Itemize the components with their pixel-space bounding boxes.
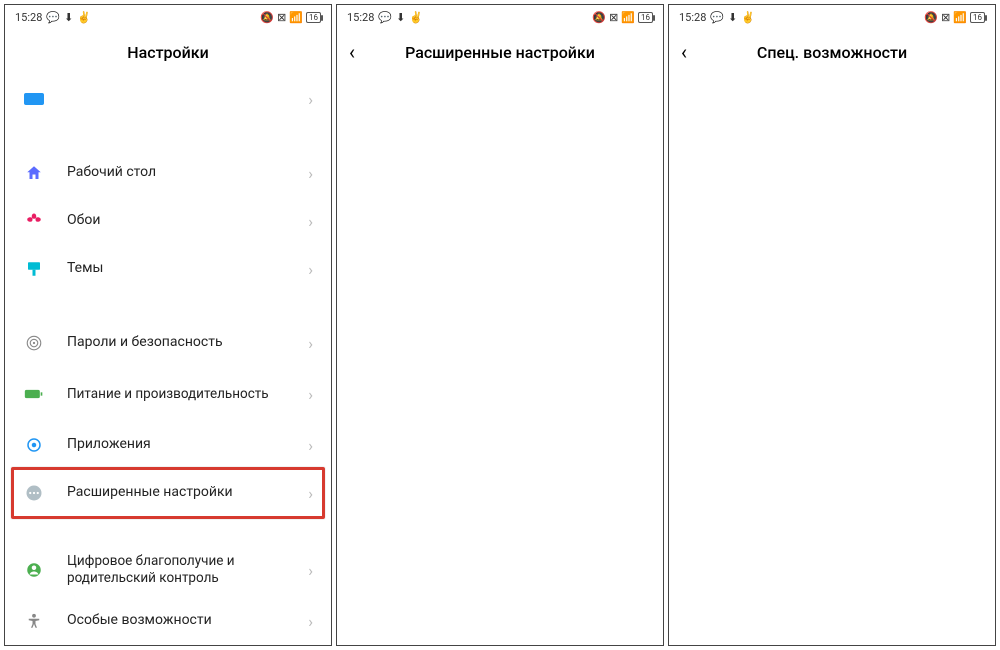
row-notify-truncated[interactable]: › bbox=[5, 75, 331, 123]
advanced-list[interactable] bbox=[337, 75, 663, 645]
phone-settings: 15:28💬⬇✌ 🔕⊠📶16 Настройки ›Рабочий стол›О… bbox=[4, 4, 332, 646]
battery-icon: 16 bbox=[306, 12, 321, 23]
chat-icon: 💬 bbox=[46, 11, 60, 24]
phone-accessibility: 15:28 💬 ⬇ ✌ 🔕⊠📶16 ‹ Спец. возможности bbox=[668, 4, 996, 646]
row-wellbeing[interactable]: Цифровое благополучие и родительский кон… bbox=[5, 543, 331, 597]
gear-icon bbox=[23, 434, 45, 456]
wifi-icon: 📶 bbox=[953, 11, 967, 24]
chevron-right-icon: › bbox=[308, 484, 313, 503]
page-title: Спец. возможности bbox=[757, 43, 907, 62]
back-button[interactable]: ‹ bbox=[681, 40, 687, 64]
hand-icon: ✌ bbox=[77, 11, 91, 24]
status-time: 15:28 bbox=[679, 11, 706, 24]
row-security[interactable]: Пароли и безопасность› bbox=[5, 319, 331, 367]
chat-icon: 💬 bbox=[710, 11, 724, 24]
row-special[interactable]: Особые возможности› bbox=[5, 597, 331, 645]
status-bar: 15:28 💬 ⬇ ✌ 🔕⊠📶16 bbox=[669, 5, 995, 29]
row-label: Особые возможности bbox=[67, 612, 308, 630]
battery-icon: 16 bbox=[638, 12, 653, 23]
close-box-icon: ⊠ bbox=[277, 11, 286, 24]
row-advanced[interactable]: Расширенные настройки› bbox=[5, 469, 331, 517]
row-label: Обои bbox=[67, 212, 308, 230]
header: Настройки bbox=[5, 29, 331, 75]
row-wallpaper[interactable]: Обои› bbox=[5, 197, 331, 245]
dots-icon bbox=[23, 482, 45, 504]
row-apps[interactable]: Приложения› bbox=[5, 421, 331, 469]
status-time: 15:28 bbox=[347, 11, 374, 24]
battery-icon: 16 bbox=[970, 12, 985, 23]
chevron-right-icon: › bbox=[308, 212, 313, 231]
wifi-icon: 📶 bbox=[621, 11, 635, 24]
close-box-icon: ⊠ bbox=[609, 11, 618, 24]
header: ‹ Спец. возможности bbox=[669, 29, 995, 75]
phone-advanced: 15:28 💬 ⬇ ✌ 🔕⊠📶16 ‹ Расширенные настройки bbox=[336, 4, 664, 646]
download-icon: ⬇ bbox=[728, 11, 737, 24]
row-label: Рабочий стол bbox=[67, 164, 308, 182]
row-label: Расширенные настройки bbox=[67, 484, 308, 502]
chevron-right-icon: › bbox=[308, 164, 313, 183]
flower-icon bbox=[23, 210, 45, 232]
download-icon: ⬇ bbox=[396, 11, 405, 24]
hand-icon: ✌ bbox=[409, 11, 423, 24]
dnd-icon: 🔕 bbox=[924, 11, 938, 24]
page-title: Расширенные настройки bbox=[405, 43, 595, 62]
close-box-icon: ⊠ bbox=[941, 11, 950, 24]
dnd-icon: 🔕 bbox=[592, 11, 606, 24]
row-home[interactable]: Рабочий стол› bbox=[5, 149, 331, 197]
status-time: 15:28 bbox=[15, 11, 42, 24]
download-icon: ⬇ bbox=[64, 11, 73, 24]
dnd-icon: 🔕 bbox=[260, 11, 274, 24]
battery-icon bbox=[23, 383, 45, 405]
row-label: Темы bbox=[67, 260, 308, 278]
chevron-right-icon: › bbox=[308, 90, 313, 109]
fingerprint-icon bbox=[23, 332, 45, 354]
chevron-right-icon: › bbox=[308, 561, 313, 580]
brush-icon bbox=[23, 258, 45, 280]
accessibility-icon bbox=[23, 610, 45, 632]
row-label: Приложения bbox=[67, 436, 308, 454]
back-button[interactable]: ‹ bbox=[349, 40, 355, 64]
settings-list[interactable]: ›Рабочий стол›Обои›Темы›Пароли и безопас… bbox=[5, 75, 331, 645]
row-label: Цифровое благополучие и родительский кон… bbox=[67, 553, 308, 587]
chevron-right-icon: › bbox=[308, 260, 313, 279]
row-battery[interactable]: Питание и производительность› bbox=[5, 367, 331, 421]
accessibility-list[interactable] bbox=[669, 75, 995, 645]
home-icon bbox=[23, 162, 45, 184]
chevron-right-icon: › bbox=[308, 385, 313, 404]
row-label: Пароли и безопасность bbox=[67, 334, 308, 352]
wifi-icon: 📶 bbox=[289, 11, 303, 24]
blue-square-icon bbox=[23, 88, 45, 110]
status-bar: 15:28 💬 ⬇ ✌ 🔕⊠📶16 bbox=[5, 5, 331, 29]
chevron-right-icon: › bbox=[308, 612, 313, 631]
status-bar: 15:28 💬 ⬇ ✌ 🔕⊠📶16 bbox=[337, 5, 663, 29]
row-themes[interactable]: Темы› bbox=[5, 245, 331, 293]
wellbeing-icon bbox=[23, 559, 45, 581]
chevron-right-icon: › bbox=[308, 334, 313, 353]
chat-icon: 💬 bbox=[378, 11, 392, 24]
header: ‹ Расширенные настройки bbox=[337, 29, 663, 75]
page-title: Настройки bbox=[127, 43, 208, 62]
row-label: Питание и производительность bbox=[67, 386, 308, 403]
chevron-right-icon: › bbox=[308, 436, 313, 455]
hand-icon: ✌ bbox=[741, 11, 755, 24]
